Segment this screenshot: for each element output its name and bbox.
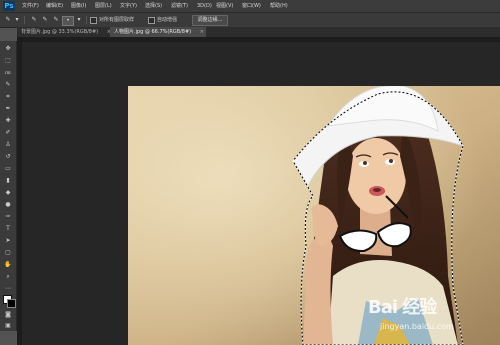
eyedropper-tool-icon[interactable]: ✒: [4, 105, 12, 112]
more-tools-icon[interactable]: ⋯: [4, 285, 12, 292]
brush-tool-icon[interactable]: ✐: [4, 129, 12, 136]
background-color-swatch[interactable]: [7, 299, 16, 308]
dodge-tool-icon[interactable]: ●: [4, 201, 12, 208]
path-selection-tool-icon[interactable]: ➤: [4, 237, 12, 244]
marquee-tool-icon[interactable]: ⬚: [4, 57, 12, 64]
quick-mask-icon[interactable]: ◙: [4, 311, 12, 318]
brush-size-picker[interactable]: •: [62, 16, 74, 26]
menu-window[interactable]: 窗口(W): [242, 0, 261, 12]
menu-bar: Ps 文件(F) 编辑(E) 图像(I) 图层(L) 文字(Y) 选择(S) 滤…: [0, 0, 500, 13]
sample-all-layers-label: 对所有图层取样: [99, 17, 135, 23]
screen-mode-icon[interactable]: ▣: [4, 322, 12, 329]
sample-all-layers-checkbox[interactable]: [90, 17, 97, 24]
menu-image[interactable]: 图像(I): [71, 0, 86, 12]
pen-tool-icon[interactable]: ✑: [4, 213, 12, 220]
add-to-selection-brush-icon[interactable]: ✎: [41, 16, 49, 24]
close-icon[interactable]: ×: [200, 27, 204, 37]
separator: [24, 16, 25, 24]
zoom-tool-icon[interactable]: ⌕: [4, 273, 12, 280]
tab-background-image[interactable]: 背景图片.jpg @ 33.3%(RGB/8#) ×: [17, 27, 113, 37]
quick-selection-tool-icon[interactable]: ✎: [4, 16, 12, 24]
menu-edit[interactable]: 编辑(E): [46, 0, 63, 12]
history-brush-tool-icon[interactable]: ↺: [4, 153, 12, 160]
menu-filter[interactable]: 滤镜(T): [171, 0, 188, 12]
baidu-watermark: Bai 经验: [368, 297, 437, 318]
clone-stamp-tool-icon[interactable]: ♙: [4, 141, 12, 148]
separator: [86, 16, 87, 24]
refine-edge-button[interactable]: 调整边缘...: [192, 15, 228, 26]
tools-panel: ✥ ⬚ ᦶ ✎ ⌗ ✒ ✚ ✐ ♙ ↺ ▭ ▮ ◆ ● ✑ T ➤ ▢ ✋ ⌕ …: [0, 41, 17, 331]
auto-enhance-checkbox[interactable]: [148, 17, 155, 24]
eraser-tool-icon[interactable]: ▭: [4, 165, 12, 172]
portrait-photo: [128, 86, 500, 345]
menu-layer[interactable]: 图层(L): [95, 0, 112, 12]
menu-file[interactable]: 文件(F): [22, 0, 39, 12]
menu-view[interactable]: 视图(V): [216, 0, 233, 12]
blur-tool-icon[interactable]: ◆: [4, 189, 12, 196]
subtract-from-selection-brush-icon[interactable]: ✎: [52, 16, 60, 24]
auto-enhance-label: 自动增强: [157, 17, 178, 23]
baidu-watermark-url: jingyan.baidu.com: [380, 322, 454, 331]
dropdown-arrow-icon[interactable]: ▾: [13, 16, 21, 24]
options-bar: ✎ ▾ ✎ ✎ ✎ • ▾ 对所有图层取样 自动增强 调整边缘...: [0, 13, 500, 28]
tab-person-image[interactable]: 人物图片.jpg @ 66.7%(RGB/8#) ×: [110, 27, 206, 37]
menu-help[interactable]: 帮助(H): [270, 0, 288, 12]
tab-label: 背景图片.jpg @ 33.3%(RGB/8#): [21, 29, 99, 35]
hand-tool-icon[interactable]: ✋: [4, 261, 12, 268]
gradient-tool-icon[interactable]: ▮: [4, 177, 12, 184]
crop-tool-icon[interactable]: ⌗: [4, 93, 12, 100]
document-image[interactable]: [128, 86, 500, 345]
type-tool-icon[interactable]: T: [4, 225, 12, 232]
new-selection-brush-icon[interactable]: ✎: [30, 16, 38, 24]
shape-tool-icon[interactable]: ▢: [4, 249, 12, 256]
quick-selection-tool-icon[interactable]: ✎: [4, 81, 12, 88]
lasso-tool-icon[interactable]: ᦶ: [4, 69, 12, 76]
brush-picker-dropdown-icon[interactable]: ▾: [75, 16, 83, 24]
photoshop-logo: Ps: [3, 1, 15, 11]
spot-healing-tool-icon[interactable]: ✚: [4, 117, 12, 124]
menu-3d[interactable]: 3D(D): [197, 0, 212, 12]
move-tool-icon[interactable]: ✥: [4, 45, 12, 52]
tab-label: 人物图片.jpg @ 66.7%(RGB/8#): [114, 29, 192, 35]
menu-type[interactable]: 文字(Y): [120, 0, 137, 12]
menu-select[interactable]: 选择(S): [145, 0, 162, 12]
document-tabs: 背景图片.jpg @ 33.3%(RGB/8#) × 人物图片.jpg @ 66…: [17, 27, 500, 37]
